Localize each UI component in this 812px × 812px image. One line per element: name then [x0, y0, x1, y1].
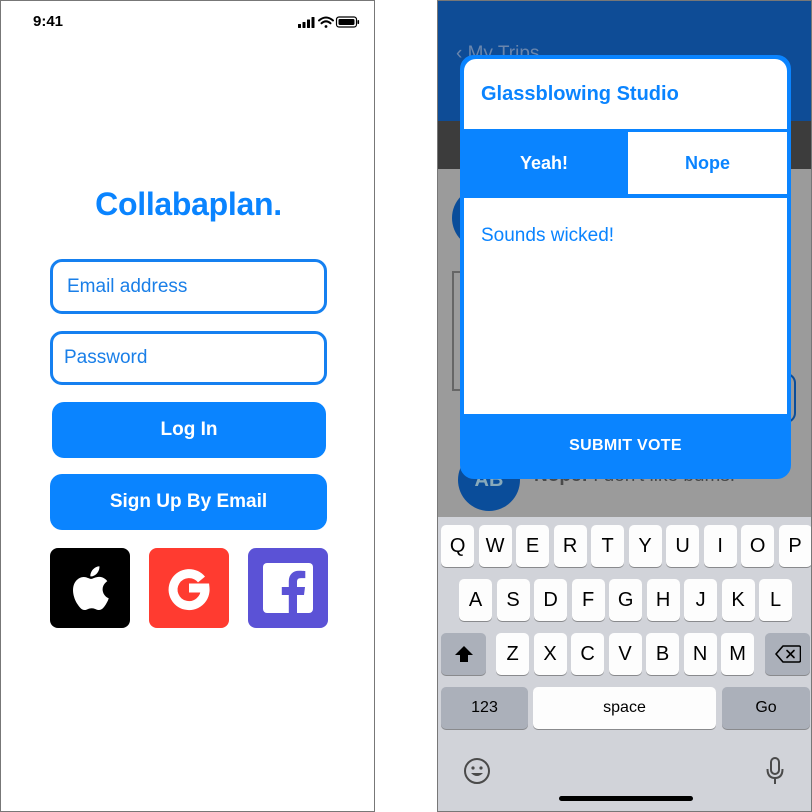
apple-signin-button[interactable]	[50, 548, 130, 628]
shift-icon	[454, 646, 473, 662]
modal-title: Glassblowing Studio	[481, 83, 679, 105]
keyboard: QWERTYUIOP ASDFGHJKL ZXCVBNM 123 space G…	[438, 517, 811, 811]
key-c[interactable]: C	[571, 633, 605, 675]
emoji-icon[interactable]	[463, 757, 491, 785]
status-icons	[298, 16, 360, 28]
key-w[interactable]: W	[478, 525, 512, 567]
battery-icon	[335, 16, 360, 28]
key-o[interactable]: O	[741, 525, 775, 567]
vote-yes-button[interactable]: Yeah!	[462, 131, 626, 195]
key-z[interactable]: Z	[496, 633, 530, 675]
key-g[interactable]: G	[609, 579, 643, 621]
go-key[interactable]: Go	[722, 687, 810, 729]
signal-icon	[298, 17, 315, 28]
signup-button[interactable]: Sign Up By Email	[50, 474, 327, 530]
space-key[interactable]: space	[533, 687, 716, 729]
google-icon	[168, 569, 210, 611]
key-e[interactable]: E	[516, 525, 550, 567]
key-a[interactable]: A	[459, 579, 493, 621]
login-screen: 9:41 Collabaplan. Email address Password…	[0, 0, 375, 812]
login-button[interactable]: Log In	[52, 402, 326, 458]
key-u[interactable]: U	[666, 525, 700, 567]
key-h[interactable]: H	[646, 579, 680, 621]
key-l[interactable]: L	[759, 579, 793, 621]
backspace-icon	[774, 645, 801, 663]
comment-text: Sounds wicked!	[481, 225, 615, 246]
key-d[interactable]: D	[534, 579, 568, 621]
vote-modal: Glassblowing Studio Yeah! Nope Sounds wi…	[460, 55, 791, 479]
key-i[interactable]: I	[703, 525, 737, 567]
status-time: 9:41	[33, 13, 64, 30]
key-v[interactable]: V	[608, 633, 642, 675]
key-y[interactable]: Y	[628, 525, 662, 567]
key-t[interactable]: T	[591, 525, 625, 567]
key-s[interactable]: S	[496, 579, 530, 621]
email-field[interactable]: Email address	[50, 259, 327, 314]
wifi-icon	[318, 16, 334, 28]
key-j[interactable]: J	[684, 579, 718, 621]
shift-key[interactable]	[441, 633, 486, 675]
key-p[interactable]: P	[778, 525, 811, 567]
key-q[interactable]: Q	[441, 525, 475, 567]
key-b[interactable]: B	[646, 633, 680, 675]
vote-no-button[interactable]: Nope	[628, 132, 787, 194]
submit-vote-button[interactable]: SUBMIT VOTE	[462, 415, 789, 477]
facebook-icon	[263, 563, 313, 615]
password-placeholder: Password	[64, 347, 148, 368]
key-f[interactable]: F	[571, 579, 605, 621]
key-k[interactable]: K	[721, 579, 755, 621]
microphone-icon[interactable]	[766, 757, 784, 785]
apple-icon	[73, 566, 109, 611]
app-title: Collabaplan.	[95, 186, 282, 222]
key-n[interactable]: N	[683, 633, 717, 675]
email-placeholder: Email address	[67, 275, 188, 297]
key-x[interactable]: X	[533, 633, 567, 675]
key-r[interactable]: R	[553, 525, 587, 567]
vote-screen: ‹ My Trips AB Nope: I don't like bums. G…	[437, 0, 812, 812]
facebook-signin-button[interactable]	[248, 548, 328, 628]
numbers-key[interactable]: 123	[441, 687, 528, 729]
home-indicator	[559, 796, 693, 801]
key-m[interactable]: M	[721, 633, 755, 675]
password-field[interactable]: Password	[50, 331, 327, 385]
google-signin-button[interactable]	[149, 548, 229, 628]
delete-key[interactable]	[765, 633, 810, 675]
